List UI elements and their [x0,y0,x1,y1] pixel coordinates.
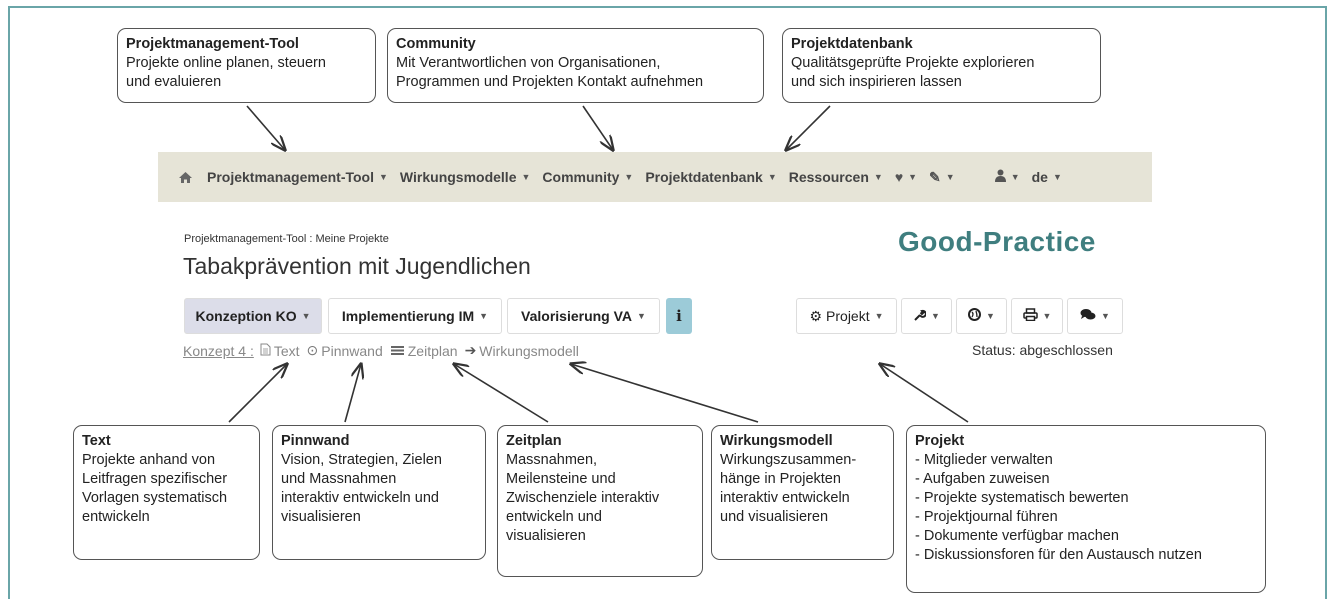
callout-arrows [228,105,969,423]
arrow [246,105,285,150]
arrow [228,364,287,423]
arrow [454,364,549,423]
arrow [786,105,831,150]
arrow [582,105,613,150]
arrow [571,364,759,423]
arrow [880,364,969,423]
arrow [344,364,361,423]
